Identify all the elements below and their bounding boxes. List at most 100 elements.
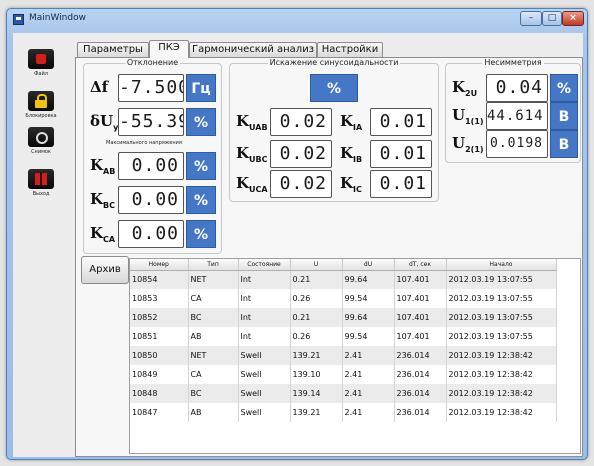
title-bar[interactable]: MainWindow – □ ×: [7, 9, 587, 31]
app-icon: [13, 14, 24, 25]
table-row[interactable]: 10849 CA Swell 139.10 2.41 236.014 2012.03.19 …: [130, 365, 557, 384]
kca-display: 0.00: [118, 220, 184, 248]
kbc-unit: %: [186, 186, 216, 214]
maximize-button[interactable]: □: [542, 11, 562, 26]
column-header[interactable]: Начало: [446, 259, 557, 271]
table-cell: 0.21: [290, 308, 343, 327]
events-table[interactable]: Номер Тип Состояние UdU dT, сек Начало 10854 N…: [129, 258, 581, 454]
minimize-button[interactable]: –: [520, 11, 542, 26]
kubc-label: KUBC: [236, 144, 268, 164]
column-header[interactable]: dU: [342, 259, 395, 271]
table-cell: 139.21: [290, 403, 343, 422]
kab-unit: %: [186, 152, 216, 180]
close-button[interactable]: ×: [562, 11, 584, 26]
column-header[interactable]: Тип: [188, 259, 239, 271]
du-label: δUy: [90, 112, 119, 132]
table-row[interactable]: 10853 CA Int 0.26 99.54 107.401 2012.03.19 13:…: [130, 289, 557, 308]
kib-label: KIB: [340, 144, 363, 164]
table-cell: 2012.03.19 12:38:42: [446, 384, 557, 403]
column-header[interactable]: Состояние: [238, 259, 291, 271]
archive-button[interactable]: Архив: [81, 256, 129, 284]
sidebar-item-label: Блокировка: [25, 113, 57, 119]
df-label: Δf: [90, 78, 109, 96]
table-cell: 99.64: [342, 308, 395, 327]
table-cell: 2012.03.19 12:38:42: [446, 403, 557, 422]
main-window: MainWindow – □ × Файл Блокировка Снимок …: [6, 8, 588, 460]
du-unit: %: [186, 108, 216, 136]
table-cell: 107.401: [394, 308, 447, 327]
table-cell: 99.54: [342, 327, 395, 346]
group-title: Несимметрия: [482, 58, 544, 67]
max-voltage-note: Максимального напряжения: [106, 140, 182, 146]
table-cell: Swell: [238, 365, 291, 384]
table-cell: 236.014: [394, 384, 447, 403]
du-display: -55.39: [118, 108, 184, 136]
kic-label: KIC: [340, 174, 362, 194]
table-cell: 2.41: [342, 403, 395, 422]
tab-parameters[interactable]: Параметры: [77, 42, 149, 57]
group-title: Искажение синусоидальности: [267, 58, 401, 67]
table-cell: 2012.03.19 12:38:42: [446, 365, 557, 384]
kab-display: 0.00: [118, 152, 184, 180]
sidebar-item-snapshot[interactable]: Снимок: [15, 127, 67, 155]
kca-unit: %: [186, 220, 216, 248]
table-cell: Swell: [238, 384, 291, 403]
table-cell: 2012.03.19 13:07:55: [446, 327, 557, 346]
table-row[interactable]: 10848 BC Swell 139.14 2.41 236.014 2012.03.19 …: [130, 384, 557, 403]
table-cell: 10848: [130, 384, 189, 403]
table-row[interactable]: 10850 NET Swell 139.21 2.41 236.014 2012.03.19…: [130, 346, 557, 365]
table-cell: 99.54: [342, 289, 395, 308]
camera-icon: [28, 127, 54, 147]
k2u-unit: %: [550, 74, 578, 102]
table-cell: 10847: [130, 403, 189, 422]
kuca-label: KUCA: [236, 174, 268, 194]
kia-display: 0.01: [370, 108, 432, 136]
column-header[interactable]: Номер: [130, 259, 189, 271]
distortion-unit: %: [310, 74, 358, 102]
table-row[interactable]: 10851 AB Int 0.26 99.54 107.401 2012.03.19 13:…: [130, 327, 557, 346]
table-row[interactable]: 10852 BC Int 0.21 99.64 107.401 2012.03.19 13:…: [130, 308, 557, 327]
table-cell: 236.014: [394, 346, 447, 365]
sidebar-item-exit[interactable]: Выход: [15, 169, 67, 197]
lock-icon: [28, 91, 54, 111]
table-cell: 2.41: [342, 365, 395, 384]
tab-harmonic-analysis[interactable]: Гармонический анализ: [189, 42, 317, 57]
kca-label: KCA: [90, 224, 116, 244]
u21-display: 0.0198: [486, 130, 548, 158]
table-cell: Swell: [238, 346, 291, 365]
table-cell: Int: [238, 289, 291, 308]
column-header[interactable]: U: [290, 259, 343, 271]
table-cell: 107.401: [394, 289, 447, 308]
k2u-display: 0.04: [486, 74, 548, 102]
tab-pke[interactable]: ПКЭ: [149, 40, 189, 58]
table-row[interactable]: 10854 NET Int 0.21 99.64 107.401 2012.03.19 13…: [130, 270, 557, 289]
table-cell: AB: [188, 403, 239, 422]
table-cell: Swell: [238, 403, 291, 422]
table-cell: 2012.03.19 12:38:42: [446, 346, 557, 365]
events-grid: Номер Тип Состояние UdU dT, сек Начало 10854 N…: [130, 259, 557, 422]
table-row[interactable]: 10847 AB Swell 139.21 2.41 236.014 2012.03.19 …: [130, 403, 557, 422]
file-icon: [28, 49, 54, 69]
kib-display: 0.01: [370, 140, 432, 168]
table-cell: 2012.03.19 13:07:55: [446, 308, 557, 327]
table-cell: 107.401: [394, 270, 447, 289]
table-cell: Int: [238, 308, 291, 327]
table-cell: 139.14: [290, 384, 343, 403]
exit-icon: [28, 169, 54, 189]
table-cell: 10852: [130, 308, 189, 327]
table-cell: 0.26: [290, 289, 343, 308]
unbalance-group: Несимметрия K2U 0.04 % U1(1) 44.614 В U2…: [445, 58, 581, 163]
kuca-display: 0.02: [270, 170, 332, 198]
table-cell: NET: [188, 346, 239, 365]
sidebar-item-lock[interactable]: Блокировка: [15, 91, 67, 119]
tab-settings[interactable]: Настройки: [317, 42, 383, 57]
table-cell: 10850: [130, 346, 189, 365]
kic-display: 0.01: [370, 170, 432, 198]
kia-label: KIA: [340, 112, 363, 132]
kuab-label: KUAB: [236, 112, 268, 132]
sidebar-item-file[interactable]: Файл: [15, 49, 67, 77]
column-header[interactable]: dT, сек: [394, 259, 447, 271]
u11-display: 44.614: [486, 102, 548, 130]
table-cell: BC: [188, 308, 239, 327]
table-cell: 10849: [130, 365, 189, 384]
